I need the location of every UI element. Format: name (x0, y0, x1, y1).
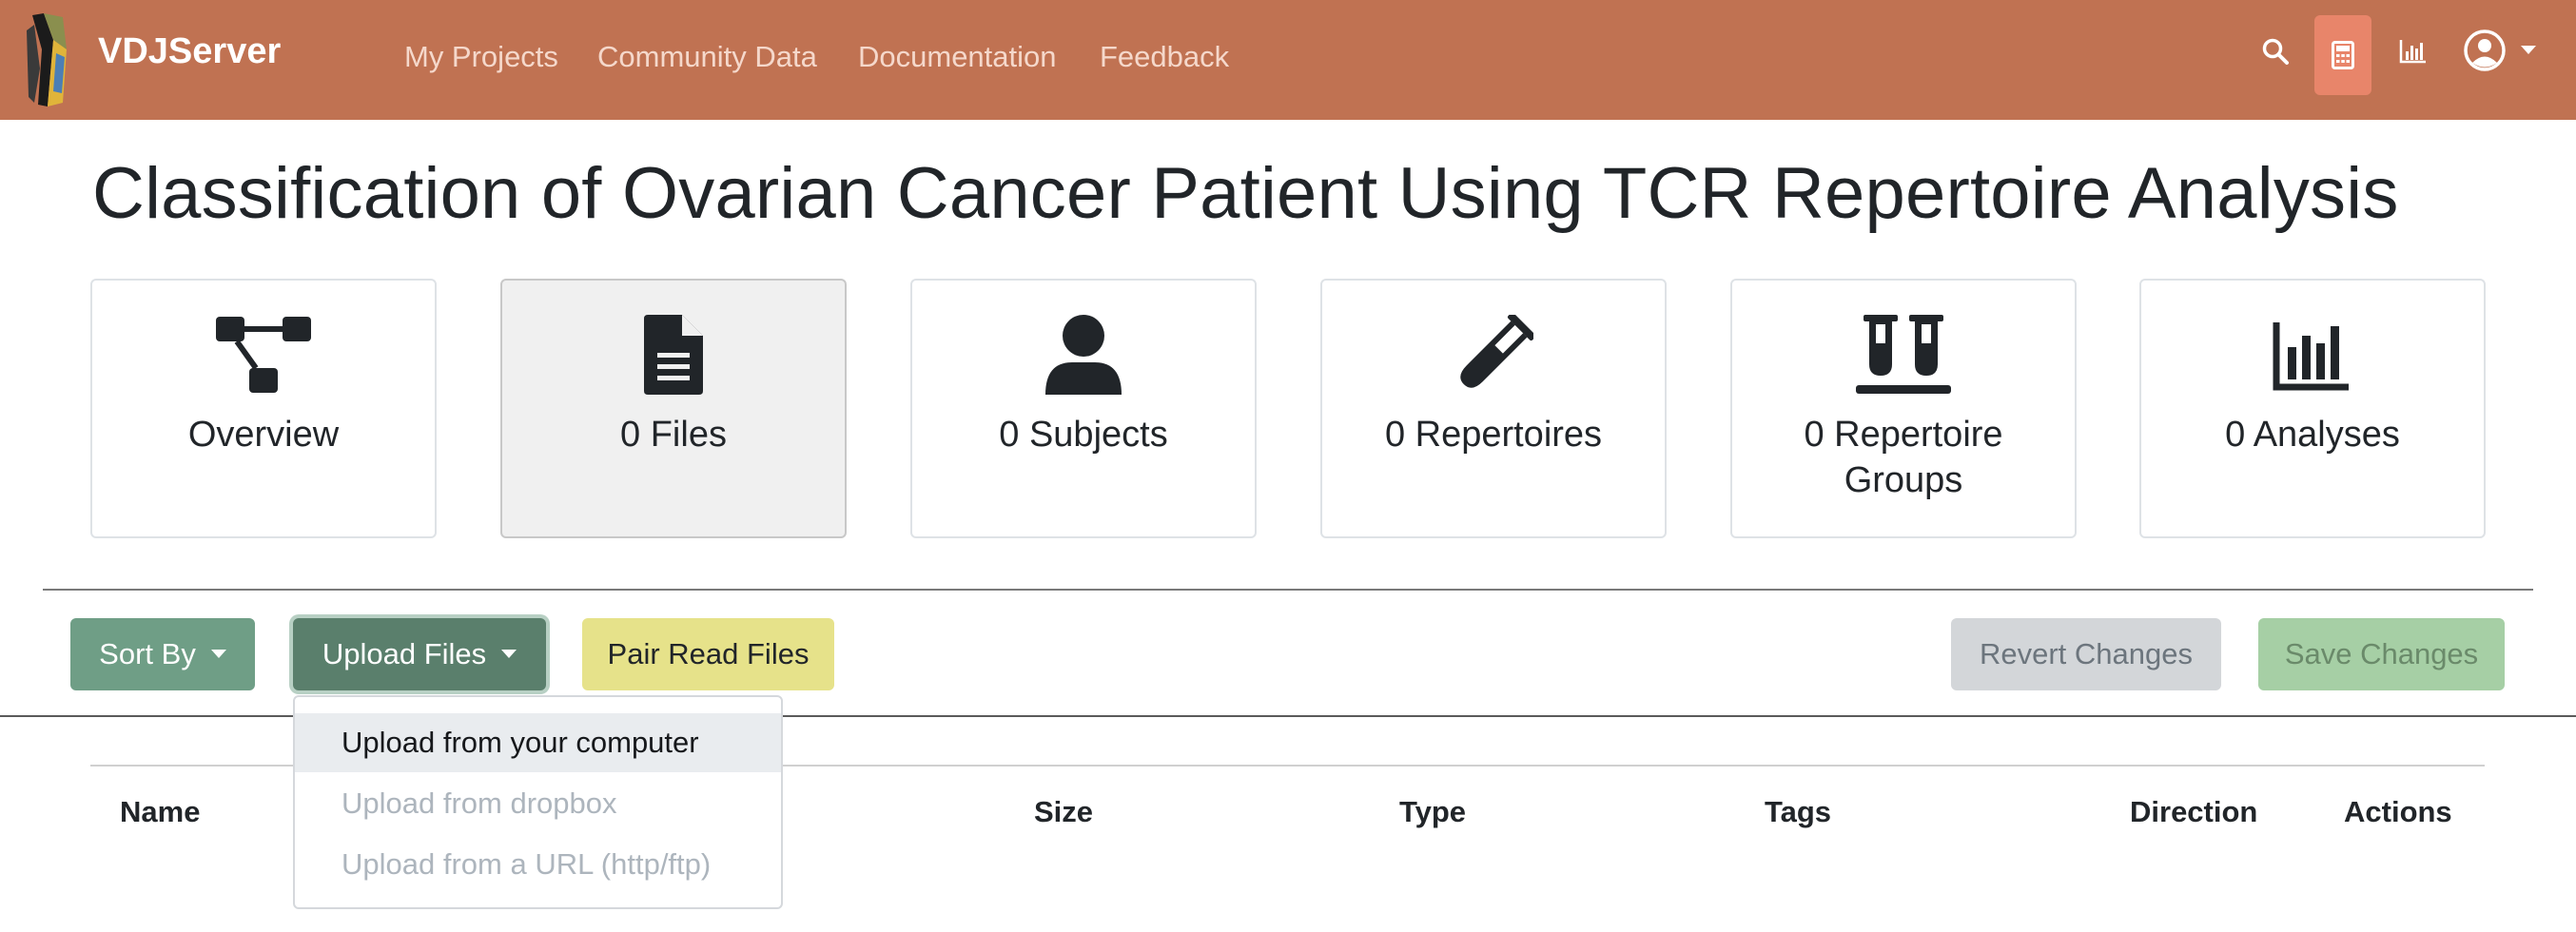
caret-down-icon (501, 650, 517, 659)
revert-changes-button[interactable]: Revert Changes (1951, 618, 2221, 690)
caret-down-icon (210, 650, 226, 659)
upload-files-dropdown-menu: Upload from your computer Upload from dr… (293, 695, 783, 909)
vials-icon (1732, 315, 2075, 395)
pair-read-files-button[interactable]: Pair Read Files (582, 618, 834, 690)
sitemap-icon (92, 315, 435, 395)
nav-community-data[interactable]: Community Data (597, 34, 817, 80)
card-label: 0 Analyses (2225, 415, 2400, 455)
chart-bar-icon (2141, 315, 2484, 395)
caret-down-icon[interactable] (2519, 43, 2538, 58)
column-header-name[interactable]: Name (120, 789, 200, 835)
card-label: Overview (187, 415, 340, 455)
chart-bar-icon[interactable] (2394, 32, 2432, 70)
card-overview[interactable]: Overview (90, 279, 437, 538)
save-changes-button[interactable]: Save Changes (2258, 618, 2505, 690)
page-title: Classification of Ovarian Cancer Patient… (92, 153, 2399, 234)
nav-my-projects[interactable]: My Projects (404, 34, 558, 80)
nav-documentation[interactable]: Documentation (858, 34, 1057, 80)
brand-name[interactable]: VDJServer (98, 29, 281, 74)
user-icon (912, 315, 1255, 395)
upload-files-button[interactable]: Upload Files (293, 618, 546, 690)
user-circle-icon[interactable] (2462, 28, 2508, 73)
card-repertoires[interactable]: 0 Repertoires (1320, 279, 1667, 538)
card-files[interactable]: 0 Files (500, 279, 847, 538)
top-navbar: VDJServer My Projects Community Data Doc… (0, 0, 2576, 120)
column-header-size[interactable]: Size (1034, 789, 1093, 835)
upload-from-dropbox-item[interactable]: Upload from dropbox (295, 774, 781, 833)
vial-icon (1322, 315, 1665, 395)
column-header-tags[interactable]: Tags (1765, 789, 1831, 835)
card-label: 0 Repertoire Groups (1804, 415, 2003, 500)
card-label: 0 Repertoires (1384, 415, 1603, 455)
upload-from-url-item[interactable]: Upload from a URL (http/ftp) (295, 835, 781, 894)
column-header-actions: Actions (2344, 795, 2452, 828)
upload-from-computer-item[interactable]: Upload from your computer (295, 713, 781, 772)
search-icon[interactable] (2256, 32, 2294, 70)
card-repertoire-groups[interactable]: 0 Repertoire Groups (1730, 279, 2077, 538)
card-subjects[interactable]: 0 Subjects (910, 279, 1257, 538)
card-analyses[interactable]: 0 Analyses (2139, 279, 2486, 538)
nav-feedback[interactable]: Feedback (1100, 34, 1229, 80)
column-header-direction[interactable]: Direction (2130, 789, 2257, 835)
calculator-icon[interactable] (2314, 15, 2371, 95)
sort-by-button[interactable]: Sort By (70, 618, 255, 690)
section-divider (43, 589, 2533, 591)
card-label: 0 Files (620, 415, 727, 455)
card-label: 0 Subjects (999, 415, 1168, 455)
vdjserver-logo-icon[interactable] (25, 11, 72, 108)
file-icon (502, 315, 845, 395)
column-header-type[interactable]: Type (1399, 789, 1466, 835)
